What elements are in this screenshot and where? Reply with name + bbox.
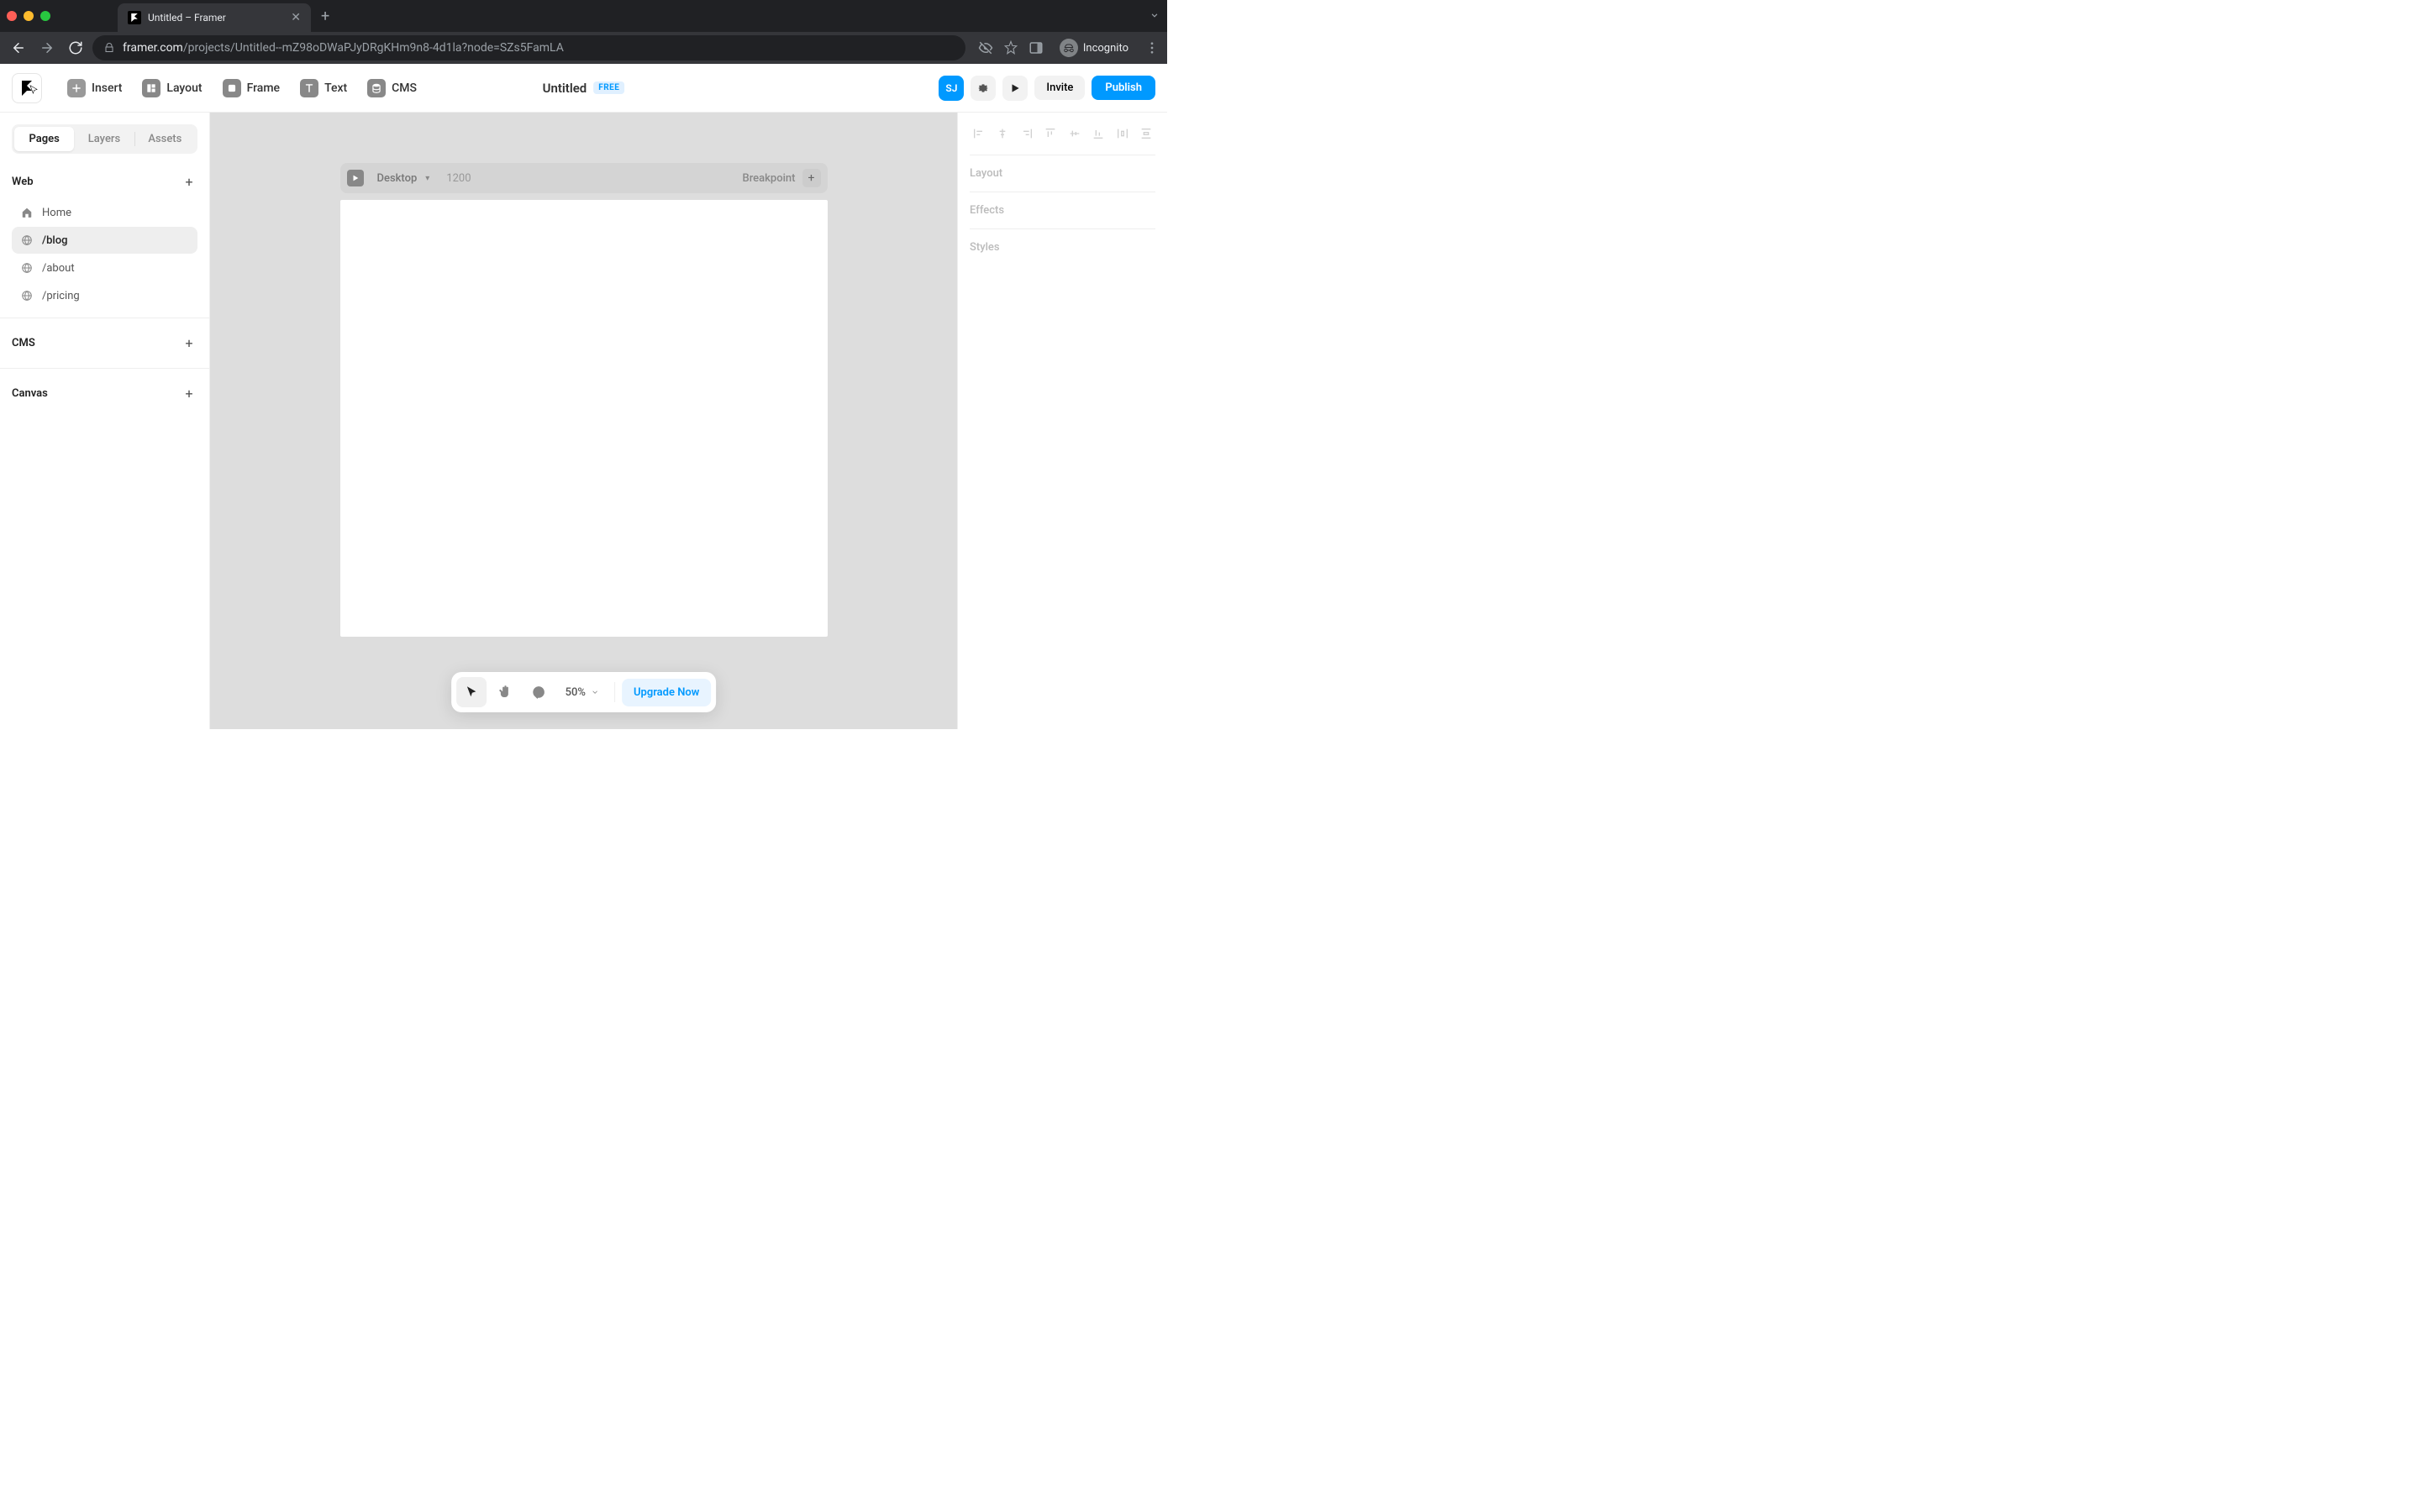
- page-item-home[interactable]: Home: [12, 199, 197, 226]
- tab-layers[interactable]: Layers: [74, 127, 134, 151]
- add-canvas-button[interactable]: +: [181, 386, 197, 402]
- document-title[interactable]: Untitled: [543, 81, 587, 96]
- breakpoint-bar: Desktop ▾ 1200 Breakpoint +: [340, 163, 828, 193]
- side-panel-icon[interactable]: [1028, 39, 1044, 56]
- cursor-icon: [464, 685, 479, 700]
- comment-tool-button[interactable]: [523, 677, 554, 707]
- text-button[interactable]: Text: [292, 74, 355, 102]
- window-controls: [7, 11, 50, 21]
- align-center-v-button[interactable]: [1065, 124, 1084, 143]
- home-icon: [20, 206, 34, 219]
- align-center-h-button[interactable]: [993, 124, 1012, 143]
- browser-tab-strip: Untitled – Framer ✕ +: [0, 0, 1167, 32]
- chevron-down-icon[interactable]: ▾: [425, 174, 429, 183]
- align-top-button[interactable]: [1041, 124, 1060, 143]
- browser-reload-button[interactable]: [64, 36, 87, 60]
- page-item-about[interactable]: /about: [12, 255, 197, 281]
- add-page-button[interactable]: +: [181, 174, 197, 190]
- chevron-down-icon: [591, 688, 599, 696]
- browser-back-button[interactable]: [7, 36, 30, 60]
- section-canvas-title: Canvas: [12, 387, 48, 400]
- user-avatar[interactable]: SJ: [939, 76, 964, 101]
- alignment-controls: [970, 124, 1155, 155]
- panel-tabs: Pages Layers Assets: [12, 124, 197, 154]
- main-menu-button[interactable]: [12, 73, 42, 103]
- distribute-h-button[interactable]: [1113, 124, 1132, 143]
- align-bottom-button[interactable]: [1089, 124, 1107, 143]
- left-panel: Pages Layers Assets Web + Home /blog /ab…: [0, 113, 210, 729]
- artboard[interactable]: [340, 200, 828, 637]
- url-text: framer.com/projects/Untitled--mZ98oDWaPJ…: [123, 41, 564, 55]
- add-cms-button[interactable]: +: [181, 335, 197, 351]
- upgrade-button[interactable]: Upgrade Now: [622, 679, 711, 706]
- bookmark-star-icon[interactable]: [1002, 39, 1019, 56]
- preview-button[interactable]: [1002, 76, 1028, 101]
- right-panel: Layout Effects Styles: [957, 113, 1167, 729]
- incognito-label: Incognito: [1083, 42, 1128, 55]
- section-web-title: Web: [12, 176, 34, 188]
- hand-icon: [497, 685, 513, 700]
- tab-assets[interactable]: Assets: [135, 127, 195, 151]
- zoom-select[interactable]: 50%: [557, 686, 608, 699]
- settings-button[interactable]: [971, 76, 996, 101]
- browser-tab[interactable]: Untitled – Framer ✕: [118, 3, 311, 32]
- window-minimize-button[interactable]: [24, 11, 34, 21]
- canvas-tools-bar: 50% Upgrade Now: [451, 672, 717, 712]
- tab-list-dropdown-icon[interactable]: [1149, 8, 1160, 24]
- breakpoint-width[interactable]: 1200: [446, 172, 471, 185]
- document-title-area: Untitled FREE: [543, 81, 625, 96]
- align-left-button[interactable]: [970, 124, 988, 143]
- align-right-button[interactable]: [1018, 124, 1036, 143]
- layout-icon: [142, 79, 160, 97]
- page-item-pricing[interactable]: /pricing: [12, 282, 197, 309]
- breakpoint-label[interactable]: Desktop: [377, 172, 418, 185]
- page-item-blog[interactable]: /blog: [12, 227, 197, 254]
- app-toolbar: Insert Layout Frame Text CMS Untitled FR…: [0, 64, 1167, 113]
- plus-icon: [67, 79, 86, 97]
- gear-icon: [976, 81, 990, 95]
- play-icon: [1009, 82, 1021, 94]
- add-breakpoint-button[interactable]: +: [802, 169, 821, 187]
- text-icon: [300, 79, 318, 97]
- plan-badge: FREE: [593, 81, 624, 94]
- cms-button[interactable]: CMS: [359, 74, 425, 102]
- section-cms-title: CMS: [12, 337, 35, 349]
- database-icon: [367, 79, 386, 97]
- hand-tool-button[interactable]: [490, 677, 520, 707]
- layout-button[interactable]: Layout: [134, 74, 210, 102]
- lock-icon: [104, 40, 114, 56]
- preview-breakpoint-button[interactable]: [347, 170, 364, 186]
- eye-off-icon[interactable]: [977, 39, 994, 56]
- address-bar[interactable]: framer.com/projects/Untitled--mZ98oDWaPJ…: [92, 35, 965, 60]
- globe-icon: [20, 234, 34, 247]
- canvas[interactable]: Desktop ▾ 1200 Breakpoint + 50%: [210, 113, 957, 729]
- framer-favicon-icon: [128, 11, 141, 24]
- publish-button[interactable]: Publish: [1092, 76, 1155, 100]
- incognito-badge[interactable]: Incognito: [1053, 35, 1135, 60]
- browser-tab-title: Untitled – Framer: [148, 12, 284, 24]
- tab-close-button[interactable]: ✕: [291, 11, 301, 24]
- distribute-v-button[interactable]: [1137, 124, 1155, 143]
- panel-styles-section[interactable]: Styles: [970, 229, 1155, 265]
- window-close-button[interactable]: [7, 11, 17, 21]
- browser-menu-icon[interactable]: [1144, 39, 1160, 56]
- new-tab-button[interactable]: +: [321, 8, 329, 25]
- insert-button[interactable]: Insert: [59, 74, 130, 102]
- globe-icon: [20, 289, 34, 302]
- frame-icon: [223, 79, 241, 97]
- window-maximize-button[interactable]: [40, 11, 50, 21]
- browser-forward-button[interactable]: [35, 36, 59, 60]
- globe-icon: [20, 261, 34, 275]
- breakpoint-text: Breakpoint: [743, 172, 796, 185]
- select-tool-button[interactable]: [456, 677, 487, 707]
- frame-button[interactable]: Frame: [214, 74, 288, 102]
- incognito-icon: [1060, 39, 1078, 57]
- panel-layout-section[interactable]: Layout: [970, 155, 1155, 192]
- panel-effects-section[interactable]: Effects: [970, 192, 1155, 229]
- comment-icon: [531, 685, 546, 700]
- invite-button[interactable]: Invite: [1034, 76, 1085, 100]
- browser-address-row: framer.com/projects/Untitled--mZ98oDWaPJ…: [0, 32, 1167, 64]
- tab-pages[interactable]: Pages: [14, 127, 74, 151]
- cursor-icon: [28, 82, 39, 101]
